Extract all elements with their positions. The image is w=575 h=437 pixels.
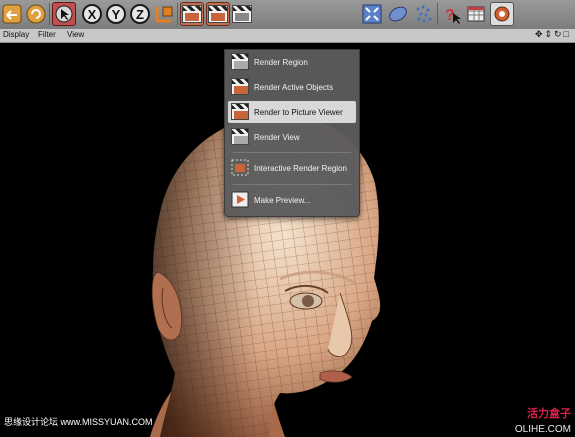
- axis-z-button[interactable]: Z: [128, 2, 152, 26]
- render-to-picture-viewer-icon: [231, 103, 249, 120]
- axis-x-label: X: [82, 4, 102, 24]
- watermark-right-brand: 活力盒子: [527, 408, 571, 420]
- menu-item-interactive-render-region[interactable]: Interactive Render Region: [228, 157, 356, 179]
- primitive-icon[interactable]: [386, 2, 410, 26]
- 3d-viewport[interactable]: Render Region Render Active Objects Rend…: [0, 43, 575, 437]
- redo-icon[interactable]: [24, 2, 48, 26]
- render-settings-icon[interactable]: [230, 2, 254, 26]
- menu-item-render-to-picture-viewer[interactable]: Render to Picture Viewer: [228, 101, 356, 123]
- viewport-navigation-icons[interactable]: ✥⇕↻□: [535, 29, 571, 40]
- render-dropdown-menu: Render Region Render Active Objects Rend…: [224, 49, 360, 217]
- make-preview-icon: [231, 191, 249, 210]
- particle-icon[interactable]: [412, 2, 436, 26]
- menu-item-label: Make Preview...: [254, 195, 311, 205]
- undo-icon[interactable]: [0, 2, 24, 26]
- watermark-left: 思缘设计论坛 www.MISSYUAN.COM: [4, 417, 153, 427]
- help-icon[interactable]: ?: [440, 2, 464, 26]
- render-region-icon: [231, 53, 249, 70]
- toolbar-separator: [49, 3, 50, 25]
- fullscreen-icon[interactable]: [360, 2, 384, 26]
- menu-item-label: Render Region: [254, 57, 308, 67]
- menu-display[interactable]: Display: [3, 30, 29, 39]
- menu-filter[interactable]: Filter: [38, 30, 56, 39]
- render-view-icon[interactable]: [180, 2, 204, 26]
- watermark-right-url: OLIHE.COM: [514, 424, 571, 435]
- axis-y-label: Y: [106, 4, 126, 24]
- axis-z-label: Z: [130, 4, 150, 24]
- menu-item-render-active-objects[interactable]: Render Active Objects: [228, 76, 356, 98]
- interactive-render-region-icon: [231, 159, 249, 178]
- menu-item-label: Interactive Render Region: [254, 163, 347, 173]
- render-view-icon: [231, 128, 249, 145]
- main-toolbar: X Y Z ?: [0, 0, 575, 30]
- axis-x-button[interactable]: X: [80, 2, 104, 26]
- menu-item-render-region[interactable]: Render Region: [228, 51, 356, 73]
- selection-arrow-icon[interactable]: [52, 2, 76, 26]
- camera-icon[interactable]: [490, 2, 514, 26]
- axis-y-button[interactable]: Y: [104, 2, 128, 26]
- layout-icon[interactable]: [464, 2, 488, 26]
- menu-item-label: Render View: [254, 132, 300, 142]
- render-active-objects-icon: [231, 78, 249, 95]
- menu-item-label: Render to Picture Viewer: [254, 107, 343, 117]
- render-picture-viewer-icon[interactable]: [206, 2, 230, 26]
- menu-separator: [233, 152, 351, 153]
- viewport-menubar: Display Filter View ✥⇕↻□: [0, 29, 575, 43]
- menu-item-make-preview[interactable]: Make Preview...: [228, 189, 356, 211]
- toolbar-separator: [437, 3, 438, 25]
- toolbar-separator: [177, 3, 178, 25]
- coordinate-system-icon[interactable]: [152, 2, 176, 26]
- menu-item-label: Render Active Objects: [254, 82, 334, 92]
- menu-view[interactable]: View: [67, 30, 84, 39]
- menu-separator: [233, 184, 351, 185]
- menu-item-render-view[interactable]: Render View: [228, 126, 356, 148]
